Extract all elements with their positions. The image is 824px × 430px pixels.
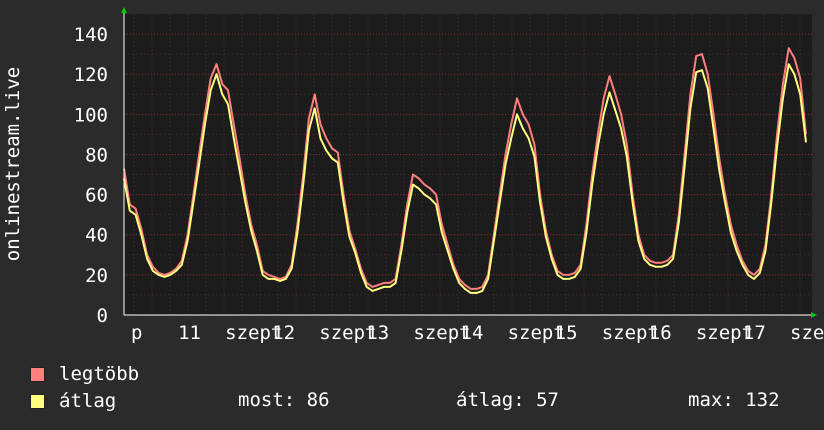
y-tick-labels: 0 20 40 60 80 100 120 140 <box>74 24 108 327</box>
x-tick-labels: p 11 szept12 szept13 szept14 szept15 szept16 sz… <box>131 322 824 344</box>
y-axis-label: onlinestream.live <box>2 67 24 261</box>
stat-atlag: átlag: 57 <box>456 389 559 411</box>
chart-canvas: 020406080100120140 p 11 szept12 szept13 szep… <box>2 7 824 344</box>
x-tick-label: 12 <box>272 322 295 344</box>
y-tick-label: 100 <box>74 104 108 126</box>
x-axis-arrow <box>811 312 817 318</box>
x-tick-label: 14 <box>461 322 484 344</box>
stat-most: most: 86 <box>238 389 330 411</box>
x-tick-label: 13 <box>366 322 389 344</box>
x-tick-label: 17 <box>743 322 766 344</box>
legend-label-atlag: átlag <box>59 390 117 412</box>
plot-background <box>124 14 812 315</box>
y-axis-arrow <box>121 7 127 13</box>
y-tick-label: 40 <box>85 225 108 247</box>
x-tick-label: szept <box>790 322 824 344</box>
legend-swatch-legtobb <box>30 366 45 382</box>
legend-item-atlag: átlag <box>30 389 116 413</box>
x-tick-label: 16 <box>649 322 672 344</box>
legend-label-legtobb: legtöbb <box>59 363 140 385</box>
y-tick-label: 120 <box>74 64 108 86</box>
y-tick-label: 80 <box>85 144 108 166</box>
legend-item-legtobb: legtöbb <box>30 362 139 386</box>
y-tick-label: 140 <box>74 24 108 46</box>
x-tick-label: 15 <box>555 322 578 344</box>
y-tick-label: 20 <box>85 265 108 287</box>
x-tick-label: p <box>131 322 142 344</box>
stat-max: max: 132 <box>688 389 780 411</box>
legend-swatch-atlag <box>30 393 45 409</box>
x-tick-label: 11 <box>178 322 201 344</box>
y-tick-label: 0 <box>97 305 108 327</box>
y-tick-label: 60 <box>85 185 108 207</box>
